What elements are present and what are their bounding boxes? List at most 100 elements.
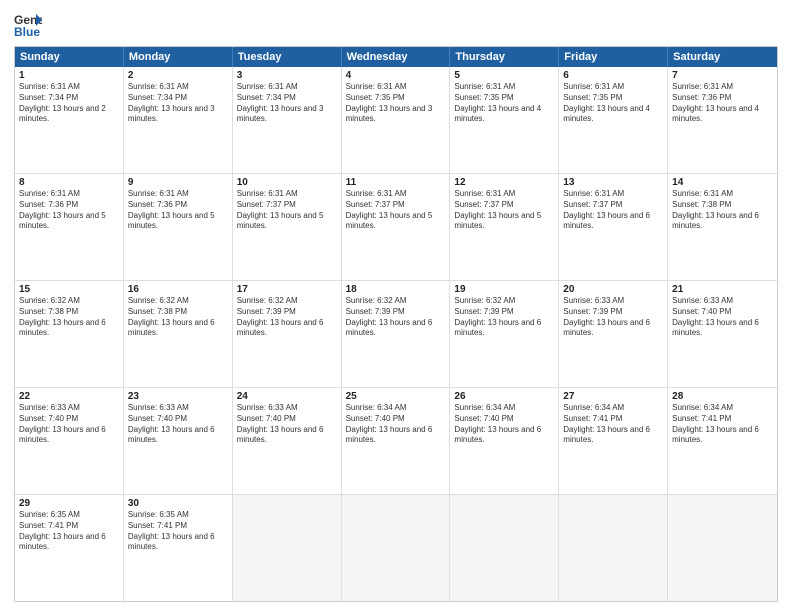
cell-info: Sunrise: 6:33 AM Sunset: 7:40 PM Dayligh… [672,296,773,339]
calendar-cell [342,495,451,601]
logo: General Blue [14,10,46,38]
cell-info: Sunrise: 6:34 AM Sunset: 7:40 PM Dayligh… [454,403,554,446]
day-number: 25 [346,391,446,402]
cell-info: Sunrise: 6:31 AM Sunset: 7:35 PM Dayligh… [454,82,554,125]
day-number: 17 [237,284,337,295]
cell-info: Sunrise: 6:33 AM Sunset: 7:40 PM Dayligh… [19,403,119,446]
cell-info: Sunrise: 6:31 AM Sunset: 7:34 PM Dayligh… [237,82,337,125]
calendar-cell: 10 Sunrise: 6:31 AM Sunset: 7:37 PM Dayl… [233,174,342,280]
day-number: 19 [454,284,554,295]
calendar-cell: 21 Sunrise: 6:33 AM Sunset: 7:40 PM Dayl… [668,281,777,387]
weekday-header: Thursday [450,47,559,67]
day-number: 9 [128,177,228,188]
day-number: 7 [672,70,773,81]
cell-info: Sunrise: 6:31 AM Sunset: 7:34 PM Dayligh… [19,82,119,125]
calendar-cell: 1 Sunrise: 6:31 AM Sunset: 7:34 PM Dayli… [15,67,124,173]
day-number: 20 [563,284,663,295]
day-number: 12 [454,177,554,188]
calendar-cell: 2 Sunrise: 6:31 AM Sunset: 7:34 PM Dayli… [124,67,233,173]
weekday-header: Friday [559,47,668,67]
day-number: 22 [19,391,119,402]
calendar-row: 29 Sunrise: 6:35 AM Sunset: 7:41 PM Dayl… [15,494,777,601]
cell-info: Sunrise: 6:33 AM Sunset: 7:40 PM Dayligh… [237,403,337,446]
calendar-cell: 27 Sunrise: 6:34 AM Sunset: 7:41 PM Dayl… [559,388,668,494]
cell-info: Sunrise: 6:32 AM Sunset: 7:38 PM Dayligh… [19,296,119,339]
day-number: 8 [19,177,119,188]
calendar-cell: 28 Sunrise: 6:34 AM Sunset: 7:41 PM Dayl… [668,388,777,494]
calendar-cell [668,495,777,601]
day-number: 15 [19,284,119,295]
cell-info: Sunrise: 6:31 AM Sunset: 7:37 PM Dayligh… [454,189,554,232]
cell-info: Sunrise: 6:32 AM Sunset: 7:39 PM Dayligh… [454,296,554,339]
day-number: 24 [237,391,337,402]
calendar-cell: 30 Sunrise: 6:35 AM Sunset: 7:41 PM Dayl… [124,495,233,601]
day-number: 18 [346,284,446,295]
calendar-cell: 12 Sunrise: 6:31 AM Sunset: 7:37 PM Dayl… [450,174,559,280]
cell-info: Sunrise: 6:31 AM Sunset: 7:38 PM Dayligh… [672,189,773,232]
day-number: 13 [563,177,663,188]
day-number: 29 [19,498,119,509]
day-number: 28 [672,391,773,402]
day-number: 14 [672,177,773,188]
day-number: 6 [563,70,663,81]
calendar-cell: 23 Sunrise: 6:33 AM Sunset: 7:40 PM Dayl… [124,388,233,494]
day-number: 10 [237,177,337,188]
cell-info: Sunrise: 6:31 AM Sunset: 7:35 PM Dayligh… [563,82,663,125]
cell-info: Sunrise: 6:32 AM Sunset: 7:39 PM Dayligh… [346,296,446,339]
cell-info: Sunrise: 6:34 AM Sunset: 7:40 PM Dayligh… [346,403,446,446]
cell-info: Sunrise: 6:31 AM Sunset: 7:36 PM Dayligh… [19,189,119,232]
calendar-cell: 18 Sunrise: 6:32 AM Sunset: 7:39 PM Dayl… [342,281,451,387]
page: General Blue SundayMondayTuesdayWednesda… [0,0,792,612]
calendar: SundayMondayTuesdayWednesdayThursdayFrid… [14,46,778,602]
calendar-cell: 9 Sunrise: 6:31 AM Sunset: 7:36 PM Dayli… [124,174,233,280]
day-number: 21 [672,284,773,295]
day-number: 4 [346,70,446,81]
logo-icon: General Blue [14,10,42,38]
calendar-cell: 3 Sunrise: 6:31 AM Sunset: 7:34 PM Dayli… [233,67,342,173]
calendar-row: 22 Sunrise: 6:33 AM Sunset: 7:40 PM Dayl… [15,387,777,494]
day-number: 3 [237,70,337,81]
weekday-header: Monday [124,47,233,67]
weekday-header: Sunday [15,47,124,67]
day-number: 23 [128,391,228,402]
calendar-cell: 11 Sunrise: 6:31 AM Sunset: 7:37 PM Dayl… [342,174,451,280]
cell-info: Sunrise: 6:33 AM Sunset: 7:39 PM Dayligh… [563,296,663,339]
header: General Blue [14,10,778,38]
cell-info: Sunrise: 6:31 AM Sunset: 7:37 PM Dayligh… [563,189,663,232]
calendar-cell: 17 Sunrise: 6:32 AM Sunset: 7:39 PM Dayl… [233,281,342,387]
day-number: 26 [454,391,554,402]
calendar-header: SundayMondayTuesdayWednesdayThursdayFrid… [15,47,777,67]
calendar-cell: 7 Sunrise: 6:31 AM Sunset: 7:36 PM Dayli… [668,67,777,173]
day-number: 1 [19,70,119,81]
calendar-row: 15 Sunrise: 6:32 AM Sunset: 7:38 PM Dayl… [15,280,777,387]
calendar-cell: 13 Sunrise: 6:31 AM Sunset: 7:37 PM Dayl… [559,174,668,280]
calendar-cell: 14 Sunrise: 6:31 AM Sunset: 7:38 PM Dayl… [668,174,777,280]
calendar-cell [450,495,559,601]
calendar-cell: 22 Sunrise: 6:33 AM Sunset: 7:40 PM Dayl… [15,388,124,494]
calendar-body: 1 Sunrise: 6:31 AM Sunset: 7:34 PM Dayli… [15,67,777,601]
calendar-cell: 6 Sunrise: 6:31 AM Sunset: 7:35 PM Dayli… [559,67,668,173]
cell-info: Sunrise: 6:31 AM Sunset: 7:37 PM Dayligh… [237,189,337,232]
calendar-cell: 4 Sunrise: 6:31 AM Sunset: 7:35 PM Dayli… [342,67,451,173]
calendar-cell [559,495,668,601]
cell-info: Sunrise: 6:34 AM Sunset: 7:41 PM Dayligh… [672,403,773,446]
cell-info: Sunrise: 6:32 AM Sunset: 7:38 PM Dayligh… [128,296,228,339]
calendar-cell: 24 Sunrise: 6:33 AM Sunset: 7:40 PM Dayl… [233,388,342,494]
weekday-header: Tuesday [233,47,342,67]
calendar-cell: 16 Sunrise: 6:32 AM Sunset: 7:38 PM Dayl… [124,281,233,387]
day-number: 5 [454,70,554,81]
cell-info: Sunrise: 6:31 AM Sunset: 7:36 PM Dayligh… [672,82,773,125]
day-number: 27 [563,391,663,402]
svg-text:Blue: Blue [14,25,40,38]
cell-info: Sunrise: 6:35 AM Sunset: 7:41 PM Dayligh… [19,510,119,553]
day-number: 16 [128,284,228,295]
cell-info: Sunrise: 6:32 AM Sunset: 7:39 PM Dayligh… [237,296,337,339]
calendar-row: 1 Sunrise: 6:31 AM Sunset: 7:34 PM Dayli… [15,67,777,173]
day-number: 2 [128,70,228,81]
calendar-cell: 20 Sunrise: 6:33 AM Sunset: 7:39 PM Dayl… [559,281,668,387]
calendar-cell: 19 Sunrise: 6:32 AM Sunset: 7:39 PM Dayl… [450,281,559,387]
calendar-cell: 25 Sunrise: 6:34 AM Sunset: 7:40 PM Dayl… [342,388,451,494]
cell-info: Sunrise: 6:34 AM Sunset: 7:41 PM Dayligh… [563,403,663,446]
day-number: 30 [128,498,228,509]
weekday-header: Wednesday [342,47,451,67]
